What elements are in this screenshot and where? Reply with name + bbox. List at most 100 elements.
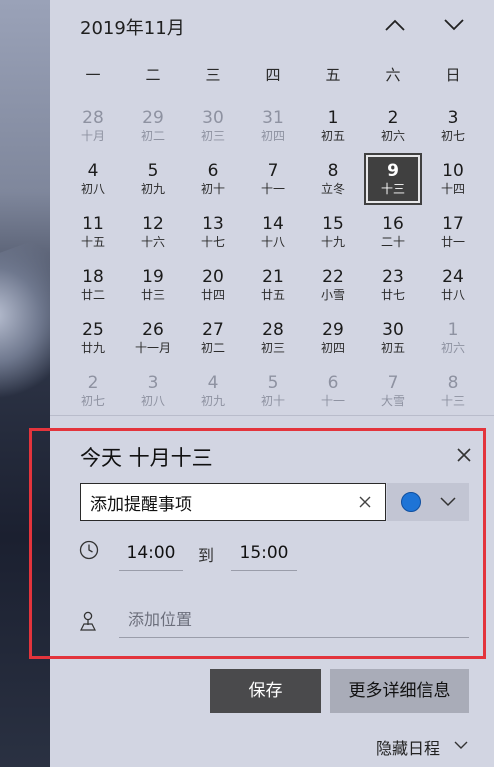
lunar-date: 初八 [80,182,105,196]
lunar-date: 初二 [200,341,225,355]
end-time-field[interactable]: 15:00 [231,540,297,571]
calendar-day[interactable]: 3 初八 [125,369,181,419]
close-event-button[interactable] [452,443,476,467]
lunar-date: 初四 [320,341,345,355]
calendar-color-dropdown[interactable] [387,483,469,521]
calendar-day[interactable]: 23 廿七 [365,263,421,313]
lunar-date: 十一月 [134,341,171,355]
lunar-date: 初十 [260,394,285,408]
hide-schedule-button[interactable]: 隐藏日程 [376,735,468,759]
calendar-day[interactable]: 19 廿三 [125,263,181,313]
lunar-date: 十一 [260,182,285,196]
lunar-date: 初二 [140,129,165,143]
calendar-day[interactable]: 1 初五 [305,104,361,154]
calendar-day[interactable]: 17 廿一 [425,210,481,260]
calendar-day[interactable]: 7 十一 [245,157,301,207]
calendar-day[interactable]: 2 初七 [65,369,121,419]
calendar-day[interactable]: 8 十三 [425,369,481,419]
lunar-date: 初五 [320,129,345,143]
calendar-day[interactable]: 7 大雪 [365,369,421,419]
calendar-day[interactable]: 28 初三 [245,316,301,366]
lunar-date: 廿四 [200,288,225,302]
lunar-date: 十三 [440,394,465,408]
chevron-down-icon [454,741,468,749]
lunar-date: 立冬 [320,182,345,196]
lunar-date: 廿一 [440,235,465,249]
location-field[interactable]: 添加位置 [119,606,469,638]
calendar-day[interactable]: 21 廿五 [245,263,301,313]
lunar-date: 十一 [320,394,345,408]
calendar-day[interactable]: 26 十一月 [125,316,181,366]
calendar-day[interactable]: 4 初九 [185,369,241,419]
lunar-date: 十五 [80,235,105,249]
calendar-day[interactable]: 12 十六 [125,210,181,260]
weekday-label: 日 [445,66,461,84]
calendar-day[interactable]: 6 初十 [185,157,241,207]
lunar-date: 十月 [80,129,105,143]
calendar-day[interactable]: 18 廿二 [65,263,121,313]
clear-input-button[interactable] [357,494,373,510]
save-button[interactable]: 保存 [210,669,321,713]
calendar-day[interactable]: 14 十八 [245,210,301,260]
day-number: 22 [322,267,344,287]
day-number: 31 [262,108,284,128]
calendar-day[interactable]: 4 初八 [65,157,121,207]
lunar-date: 廿二 [80,288,105,302]
day-number: 1 [327,108,339,128]
day-number: 7 [267,161,279,181]
calendar-day[interactable]: 2 初六 [365,104,421,154]
previous-month-button[interactable] [380,10,410,40]
day-number: 5 [147,161,159,181]
event-date-title: 今天 十月十三 [80,446,213,470]
day-number: 2 [87,373,99,393]
calendar-day[interactable]: 3 初七 [425,104,481,154]
calendar-day[interactable]: 10 十四 [425,157,481,207]
day-number: 16 [382,214,404,234]
calendar-day[interactable]: 28 十月 [65,104,121,154]
calendar-day[interactable]: 29 初二 [125,104,181,154]
day-number: 23 [382,267,404,287]
calendar-day[interactable]: 11 十五 [65,210,121,260]
lunar-date: 初十 [200,182,225,196]
calendar-day[interactable]: 20 廿四 [185,263,241,313]
month-title[interactable]: 2019年11月 [80,14,185,40]
calendar-day[interactable]: 6 十一 [305,369,361,419]
calendar-day[interactable]: 29 初四 [305,316,361,366]
weekday-label: 四 [265,66,281,84]
next-month-button[interactable] [439,10,469,40]
calendar-day[interactable]: 8 立冬 [305,157,361,207]
more-details-button[interactable]: 更多详细信息 [330,669,469,713]
calendar-day[interactable]: 30 初五 [365,316,421,366]
day-number: 3 [447,108,459,128]
calendar-day[interactable]: 30 初三 [185,104,241,154]
lunar-date: 初七 [80,394,105,408]
hide-schedule-label: 隐藏日程 [376,739,441,758]
lunar-date: 十六 [140,235,165,249]
calendar-day[interactable]: 25 廿九 [65,316,121,366]
reminder-input[interactable] [80,483,386,521]
day-number: 24 [442,267,464,287]
calendar-day[interactable]: 5 初九 [125,157,181,207]
calendar-day[interactable]: 5 初十 [245,369,301,419]
lunar-date: 十三 [380,182,405,196]
calendar-day[interactable]: 22 小雪 [305,263,361,313]
lunar-date: 初六 [380,129,405,143]
calendar-day[interactable]: 24 廿八 [425,263,481,313]
calendar-day[interactable]: 1 初六 [425,316,481,366]
calendar-day[interactable]: 15 十九 [305,210,361,260]
lunar-date: 十八 [260,235,285,249]
lunar-date: 十七 [200,235,225,249]
day-number: 5 [267,373,279,393]
calendar-day[interactable]: 16 二十 [365,210,421,260]
lunar-date: 大雪 [380,394,405,408]
lunar-date: 初七 [440,129,465,143]
chevron-up-icon [385,19,405,31]
calendar-day[interactable]: 31 初四 [245,104,301,154]
day-number: 30 [202,108,224,128]
calendar-day[interactable]: 13 十七 [185,210,241,260]
calendar-day[interactable]: 27 初二 [185,316,241,366]
day-number: 29 [142,108,164,128]
start-time-field[interactable]: 14:00 [119,540,183,571]
calendar-day-today[interactable]: 9 十三 [365,155,421,207]
clock-icon [79,540,99,560]
